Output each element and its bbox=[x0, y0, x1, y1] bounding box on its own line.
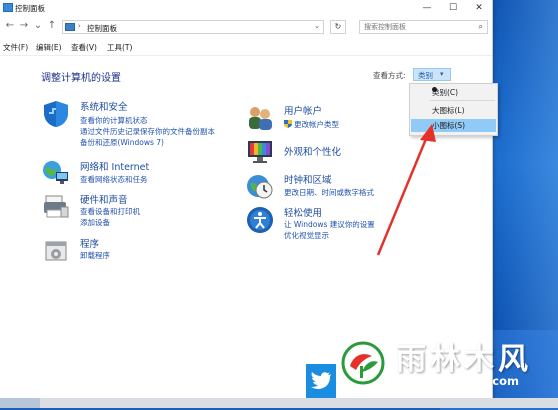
menu-item-large-icons-label: 大图标(L) bbox=[432, 106, 465, 115]
link-add-device[interactable]: 添加设备 bbox=[80, 217, 110, 228]
globe-network-icon bbox=[43, 161, 68, 184]
window-title: 控制面板 bbox=[15, 4, 45, 13]
breadcrumb-separator: › bbox=[78, 22, 81, 30]
category-title-ease[interactable]: 轻松使用 bbox=[284, 205, 322, 219]
folder-icon bbox=[65, 23, 75, 31]
watermark-name: 雨林木风 bbox=[396, 342, 532, 377]
category-title-programs[interactable]: 程序 bbox=[80, 236, 99, 250]
link-backup-restore[interactable]: 备份和还原(Windows 7) bbox=[80, 137, 164, 148]
address-row: ← → ⌄ ↑ › 控制面板 ⌄ ↻ ⌕ bbox=[0, 16, 492, 38]
category-title-system[interactable]: 系统和安全 bbox=[80, 99, 128, 113]
shield-icon bbox=[44, 101, 68, 127]
twitter-bird-icon bbox=[306, 364, 336, 398]
printer-icon bbox=[44, 195, 69, 218]
menu-item-category-label: 类别(C) bbox=[432, 88, 459, 97]
up-button[interactable]: ↑ bbox=[46, 20, 58, 32]
menu-edit[interactable]: 编辑(E) bbox=[36, 42, 62, 53]
chevron-down-icon: ▾ bbox=[440, 70, 444, 78]
maximize-button[interactable]: ☐ bbox=[440, 0, 466, 16]
category-title-clock[interactable]: 时钟和区域 bbox=[284, 172, 332, 186]
back-button[interactable]: ← bbox=[4, 20, 16, 32]
category-hardware-sound: 硬件和声音 查看设备和打印机 添加设备 bbox=[42, 192, 242, 228]
clock-globe-icon bbox=[247, 175, 273, 199]
category-system-security: 系统和安全 查看你的计算机状态 通过文件历史记录保存你的文件备份副本 备份和还原… bbox=[42, 100, 242, 150]
link-file-history[interactable]: 通过文件历史记录保存你的文件备份副本 bbox=[80, 126, 215, 137]
search-box[interactable]: ⌕ bbox=[359, 20, 488, 34]
taskbar bbox=[0, 398, 558, 408]
menu-bar: 文件(F) 编辑(E) 查看(V) 工具(T) bbox=[0, 42, 492, 54]
page-title: 调整计算机的设置 bbox=[41, 73, 121, 84]
menu-view[interactable]: 查看(V) bbox=[71, 42, 97, 53]
uac-shield-icon bbox=[284, 119, 292, 128]
link-date-time-format[interactable]: 更改日期、时间或数字格式 bbox=[284, 187, 374, 198]
breadcrumb[interactable]: 控制面板 bbox=[87, 23, 117, 34]
menu-divider bbox=[0, 55, 492, 56]
recent-dropdown-button[interactable]: ⌄ bbox=[32, 20, 44, 32]
category-network-internet: 网络和 Internet 查看网络状态和任务 bbox=[42, 158, 242, 188]
link-view-computer-status[interactable]: 查看你的计算机状态 bbox=[80, 115, 148, 126]
search-icon[interactable]: ⌕ bbox=[479, 22, 483, 32]
refresh-button[interactable]: ↻ bbox=[330, 20, 346, 34]
search-input[interactable] bbox=[360, 21, 472, 33]
address-dropdown-icon[interactable]: ⌄ bbox=[314, 22, 320, 30]
category-title-network[interactable]: 网络和 Internet bbox=[80, 159, 149, 173]
menu-item-category[interactable]: 类别(C) bbox=[411, 86, 496, 99]
link-uninstall-program[interactable]: 卸载程序 bbox=[80, 250, 110, 261]
link-network-status[interactable]: 查看网络状态和任务 bbox=[80, 174, 148, 185]
view-by-value: 类别 bbox=[418, 71, 433, 80]
view-by-label: 查看方式: bbox=[373, 71, 406, 80]
close-button[interactable]: ✕ bbox=[466, 0, 492, 16]
category-title-hardware[interactable]: 硬件和声音 bbox=[80, 192, 128, 206]
forward-button[interactable]: → bbox=[18, 20, 30, 32]
control-panel-icon bbox=[3, 3, 13, 12]
view-by-dropdown[interactable]: 类别 ▾ bbox=[413, 68, 451, 81]
annotation-arrow bbox=[376, 124, 436, 256]
category-title-appearance[interactable]: 外观和个性化 bbox=[284, 144, 341, 158]
watermark-logo bbox=[340, 340, 386, 386]
link-optimize-visual[interactable]: 优化视觉显示 bbox=[284, 230, 329, 241]
menu-item-large-icons[interactable]: 大图标(L) bbox=[411, 104, 496, 117]
link-change-account-type[interactable]: 更改帐户类型 bbox=[294, 119, 339, 130]
watermark: 雨林木风 www.ylmf888.com bbox=[336, 334, 558, 394]
link-devices-printers[interactable]: 查看设备和打印机 bbox=[80, 206, 140, 217]
monitor-palette-icon bbox=[248, 141, 272, 163]
programs-icon bbox=[45, 241, 67, 261]
link-let-windows-suggest[interactable]: 让 Windows 建议你的设置 bbox=[284, 219, 375, 230]
watermark-url: www.ylmf888.com bbox=[400, 374, 520, 388]
category-programs: 程序 卸载程序 bbox=[42, 236, 242, 266]
menu-file[interactable]: 文件(F) bbox=[3, 42, 28, 53]
title-bar: 控制面板 — ☐ ✕ bbox=[0, 0, 492, 16]
address-bar[interactable]: › 控制面板 ⌄ bbox=[62, 20, 324, 34]
menu-tools[interactable]: 工具(T) bbox=[107, 42, 132, 53]
menu-separator bbox=[429, 100, 495, 101]
taskbar-item[interactable] bbox=[0, 398, 40, 408]
ease-of-access-icon bbox=[247, 207, 273, 233]
category-title-users[interactable]: 用户帐户 bbox=[284, 103, 322, 117]
minimize-button[interactable]: — bbox=[414, 0, 440, 16]
users-icon bbox=[249, 107, 272, 130]
